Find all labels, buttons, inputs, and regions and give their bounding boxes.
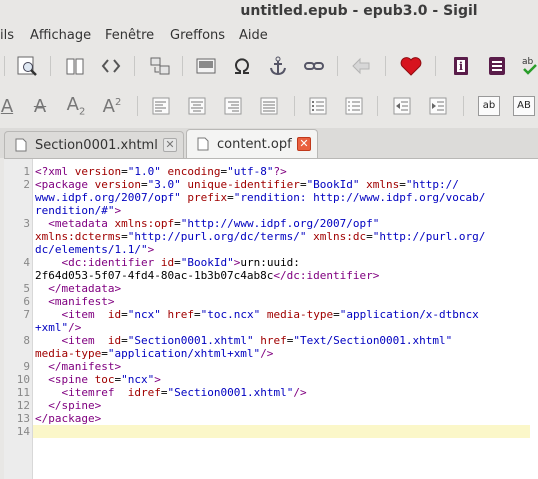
code-line: media-type="application/xhtml+xml"/> xyxy=(35,347,274,360)
line-number: 1 xyxy=(23,165,30,178)
tab-label: Section0001.xhtml xyxy=(35,137,158,153)
code-line: <item id="ncx" href="toc.ncx" media-type… xyxy=(61,308,479,321)
book-browser-icon[interactable] xyxy=(62,53,88,79)
line-number: 9 xyxy=(23,360,30,373)
line-number: 5 xyxy=(23,282,30,295)
toolbar-separator xyxy=(294,96,295,116)
link-icon[interactable] xyxy=(301,53,327,79)
line-number: 11 xyxy=(16,386,30,399)
superscript-icon[interactable]: A2 xyxy=(99,93,125,119)
spellcheck-icon[interactable]: ab xyxy=(518,53,538,79)
toolbar-separator xyxy=(4,56,5,76)
subscript-icon[interactable]: A2 xyxy=(63,93,89,119)
code-editor[interactable]: 1 2 3 4 5 6 7 8 9 10 11 12 13 14 <?xml version="1.0" … xyxy=(4,158,538,479)
main-toolbar: i ab xyxy=(0,48,538,84)
metadata-editor-icon[interactable]: i xyxy=(448,53,474,79)
align-left-icon[interactable] xyxy=(148,93,174,119)
bullet-list-icon[interactable] xyxy=(305,93,331,119)
code-line: </manifest> xyxy=(48,360,122,373)
toolbar-separator xyxy=(134,56,135,76)
decrease-indent-icon[interactable] xyxy=(389,93,415,119)
line-number: 13 xyxy=(16,412,30,425)
toolbar-separator xyxy=(50,56,51,76)
tab-section0001[interactable]: Section0001.xhtml ✕ xyxy=(4,131,184,158)
omega-special-char-icon[interactable] xyxy=(229,53,255,79)
line-number: 6 xyxy=(23,295,30,308)
close-icon[interactable]: ✕ xyxy=(297,137,311,151)
line-number: 14 xyxy=(16,425,30,438)
line-number: 12 xyxy=(16,399,30,412)
numbered-list-icon[interactable] xyxy=(341,93,367,119)
svg-text:ab: ab xyxy=(522,57,534,67)
line-number-gutter: 1 2 3 4 5 6 7 8 9 10 11 12 13 14 xyxy=(4,159,33,479)
svg-text:i: i xyxy=(459,60,463,73)
menu-item-greffons[interactable]: Greffons xyxy=(170,28,225,43)
toolbar-separator xyxy=(385,56,386,76)
code-line: <manifest> xyxy=(48,295,115,308)
uppercase-icon[interactable]: AB xyxy=(511,93,537,119)
window-title: untitled.epub - epub3.0 - Sigil xyxy=(240,3,478,19)
toolbar-separator xyxy=(463,96,464,116)
line-number: 3 xyxy=(23,217,30,230)
code-line: <itemref idref="Section0001.xhtml"/> xyxy=(61,386,307,399)
line-number: 4 xyxy=(23,256,30,269)
toolbar-separator xyxy=(182,56,183,76)
line-number: 2 xyxy=(23,178,30,191)
document-icon xyxy=(197,137,209,151)
tab-content-opf[interactable]: content.opf ✕ xyxy=(186,129,318,158)
toolbar-separator xyxy=(435,56,436,76)
anchor-icon[interactable] xyxy=(265,53,291,79)
align-center-icon[interactable] xyxy=(184,93,210,119)
split-icon[interactable] xyxy=(147,53,173,79)
menu-item-affichage[interactable]: Affichage xyxy=(30,28,91,43)
underline-icon[interactable]: A xyxy=(0,93,20,119)
toolbar-separator xyxy=(337,56,338,76)
heart-donate-icon[interactable] xyxy=(398,53,424,79)
find-replace-icon[interactable] xyxy=(14,53,40,79)
code-line: <package version="3.0" unique-identifier… xyxy=(35,178,459,191)
tab-label: content.opf xyxy=(217,136,292,152)
toc-icon[interactable] xyxy=(484,53,510,79)
toolbar-separator xyxy=(137,96,138,116)
line-number: 7 xyxy=(23,308,30,321)
menu-bar: ils Affichage Fenêtre Greffons Aide xyxy=(0,24,538,48)
current-line-highlight xyxy=(33,425,530,438)
code-line: </metadata> xyxy=(48,282,122,295)
code-line: <dc:identifier id="BookId">urn:uuid: xyxy=(61,256,300,269)
document-icon xyxy=(15,138,27,152)
line-number: 8 xyxy=(23,334,30,347)
close-icon[interactable]: ✕ xyxy=(163,138,177,152)
menu-item-outils[interactable]: ils xyxy=(0,28,14,43)
code-line: <item id="Section0001.xhtml" href="Text/… xyxy=(61,334,453,347)
code-line: 2f64d053-5f07-4fd4-80ac-1b3b07c4ab8c</dc… xyxy=(35,269,380,282)
code-line: </spine> xyxy=(48,399,102,412)
tab-bar: Section0001.xhtml ✕ content.opf ✕ xyxy=(0,128,538,158)
toolbar-separator xyxy=(377,96,378,116)
lowercase-icon[interactable]: ab xyxy=(476,93,502,119)
format-toolbar: A A A2 A2 ab AB xyxy=(0,88,538,124)
code-view-icon[interactable] xyxy=(98,53,124,79)
code-line: +xml"/> xyxy=(35,321,82,334)
back-arrow-icon[interactable] xyxy=(348,53,374,79)
justify-icon[interactable] xyxy=(256,93,282,119)
code-line: xmlns:dcterms="http://purl.org/dc/terms/… xyxy=(35,230,486,243)
code-line: dc/elements/1.1/"> xyxy=(35,243,155,256)
menu-item-fenetre[interactable]: Fenêtre xyxy=(105,28,154,43)
code-line: <metadata xmlns:opf="http://www.idpf.org… xyxy=(48,217,380,230)
menu-item-aide[interactable]: Aide xyxy=(239,28,268,43)
strikethrough-icon[interactable]: A xyxy=(27,93,53,119)
code-line: www.idpf.org/2007/opf" prefix="rendition… xyxy=(35,191,486,204)
line-number: 10 xyxy=(16,373,30,386)
code-line: rendition/#"> xyxy=(35,204,122,217)
insert-image-icon[interactable] xyxy=(193,53,219,79)
code-line: <spine toc="ncx"> xyxy=(48,373,161,386)
align-right-icon[interactable] xyxy=(220,93,246,119)
title-bar: untitled.epub - epub3.0 - Sigil xyxy=(0,0,538,24)
increase-indent-icon[interactable] xyxy=(425,93,451,119)
code-line: <?xml version="1.0" encoding="utf-8"?> xyxy=(35,165,287,178)
code-line: </package> xyxy=(35,412,102,425)
